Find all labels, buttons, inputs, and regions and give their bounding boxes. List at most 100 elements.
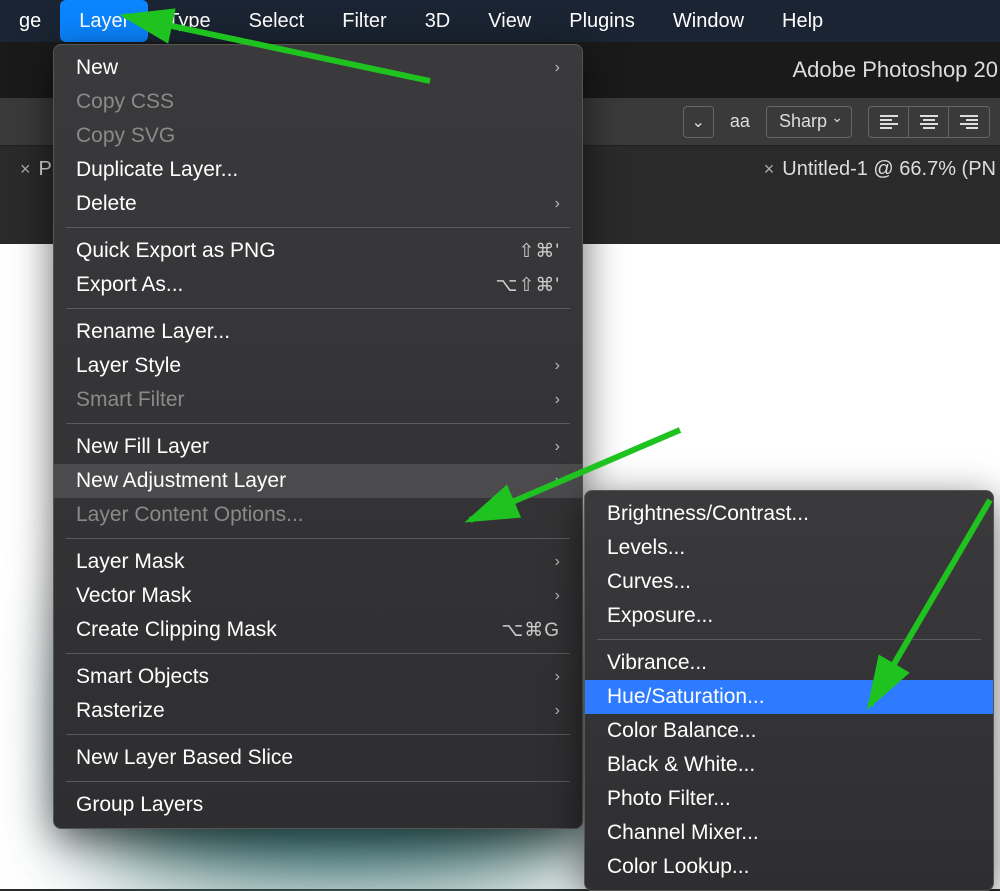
menubar-item-filter[interactable]: Filter [323, 0, 405, 42]
menu-item-vibrance[interactable]: Vibrance... [585, 646, 993, 680]
menu-shortcut: ⌥⇧⌘' [496, 274, 560, 297]
menu-separator [66, 734, 570, 735]
font-size-dropdown[interactable]: ⌄ [683, 106, 714, 138]
menu-item-exposure[interactable]: Exposure... [585, 599, 993, 633]
menu-item-label: Channel Mixer... [607, 821, 759, 845]
menubar-item-window[interactable]: Window [654, 0, 763, 42]
menu-separator [66, 653, 570, 654]
tab-label: Untitled-1 @ 66.7% (PN [782, 158, 996, 181]
app-title: Adobe Photoshop 20 [792, 57, 998, 83]
menu-item-label: Exposure... [607, 604, 713, 628]
close-icon[interactable]: × [764, 159, 775, 180]
menu-item-label: Export As... [76, 273, 183, 297]
menubar-item-layer[interactable]: Layer [60, 0, 148, 42]
menu-item-label: Levels... [607, 536, 685, 560]
text-align-group [868, 106, 990, 138]
menu-item-photo-filter[interactable]: Photo Filter... [585, 782, 993, 816]
align-right-icon [960, 115, 978, 129]
menu-shortcut: ⇧⌘' [518, 240, 560, 263]
menu-item-levels[interactable]: Levels... [585, 531, 993, 565]
menu-item-label: Vibrance... [607, 651, 707, 675]
chevron-right-icon: › [555, 668, 560, 686]
menu-item-label: Layer Mask [76, 550, 185, 574]
chevron-right-icon: › [555, 391, 560, 409]
menu-item-black-white[interactable]: Black & White... [585, 748, 993, 782]
tab-label-partial: P [39, 158, 52, 181]
menu-item-label: Create Clipping Mask [76, 618, 277, 642]
menu-item-smart-filter: Smart Filter › [54, 383, 582, 417]
menu-item-smart-objects[interactable]: Smart Objects › [54, 660, 582, 694]
chevron-right-icon: › [555, 587, 560, 605]
menu-item-vector-mask[interactable]: Vector Mask › [54, 579, 582, 613]
align-left-button[interactable] [869, 107, 909, 137]
align-right-button[interactable] [949, 107, 989, 137]
menubar-item-view[interactable]: View [469, 0, 550, 42]
menu-shortcut: ⌥⌘G [501, 619, 560, 642]
menubar-item-help[interactable]: Help [763, 0, 842, 42]
menu-separator [66, 227, 570, 228]
menu-item-label: Smart Objects [76, 665, 209, 689]
chevron-right-icon: › [555, 357, 560, 375]
menu-item-brightness-contrast[interactable]: Brightness/Contrast... [585, 497, 993, 531]
chevron-right-icon: › [555, 472, 560, 490]
menu-item-duplicate-layer[interactable]: Duplicate Layer... [54, 153, 582, 187]
chevron-down-icon: ⌄ [692, 112, 705, 132]
menu-separator [66, 423, 570, 424]
menu-item-hue-saturation[interactable]: Hue/Saturation... [585, 680, 993, 714]
menubar-item-image-partial[interactable]: ge [0, 0, 60, 42]
menu-item-label: Delete [76, 192, 137, 216]
menu-item-color-lookup[interactable]: Color Lookup... [585, 850, 993, 884]
chevron-right-icon: › [555, 59, 560, 77]
menu-item-label: Rasterize [76, 699, 165, 723]
document-tab-2[interactable]: × Untitled-1 @ 66.7% (PN [764, 158, 1000, 181]
menu-item-label: Copy CSS [76, 90, 174, 114]
menu-item-curves[interactable]: Curves... [585, 565, 993, 599]
menubar-item-type[interactable]: Type [148, 0, 229, 42]
menu-item-create-clipping-mask[interactable]: Create Clipping Mask ⌥⌘G [54, 613, 582, 647]
menu-item-layer-style[interactable]: Layer Style› [54, 349, 582, 383]
menu-separator [66, 781, 570, 782]
menu-item-channel-mixer[interactable]: Channel Mixer... [585, 816, 993, 850]
menu-item-label: Layer Content Options... [76, 503, 304, 527]
menu-separator [597, 639, 981, 640]
menu-item-label: Vector Mask [76, 584, 192, 608]
menu-item-layer-content-options: Layer Content Options... [54, 498, 582, 532]
menu-item-rasterize[interactable]: Rasterize › [54, 694, 582, 728]
menu-item-copy-css: Copy CSS [54, 85, 582, 119]
menu-item-label: Black & White... [607, 753, 755, 777]
layer-menu: New›Copy CSSCopy SVGDuplicate Layer...De… [53, 44, 583, 829]
anti-alias-dropdown[interactable]: Sharp [766, 106, 852, 138]
menu-item-label: New Layer Based Slice [76, 746, 293, 770]
new-adjustment-layer-submenu: Brightness/Contrast... Levels... Curves...… [584, 490, 994, 891]
anti-alias-value: Sharp [779, 111, 827, 132]
menu-item-color-balance[interactable]: Color Balance... [585, 714, 993, 748]
menu-item-rename-layer[interactable]: Rename Layer... [54, 315, 582, 349]
menubar: ge Layer Type Select Filter 3D View Plug… [0, 0, 1000, 42]
menu-item-label: Brightness/Contrast... [607, 502, 809, 526]
chevron-right-icon: › [555, 702, 560, 720]
menu-item-label: New Adjustment Layer [76, 469, 286, 493]
menu-item-label: Group Layers [76, 793, 203, 817]
align-center-icon [920, 115, 938, 129]
close-icon[interactable]: × [20, 159, 31, 180]
menu-item-label: Copy SVG [76, 124, 175, 148]
menubar-item-3d[interactable]: 3D [406, 0, 470, 42]
menu-item-delete[interactable]: Delete › [54, 187, 582, 221]
menu-item-new-fill-layer[interactable]: New Fill Layer› [54, 430, 582, 464]
chevron-right-icon: › [555, 195, 560, 213]
menu-item-layer-mask[interactable]: Layer Mask › [54, 545, 582, 579]
menu-item-new-adjustment-layer[interactable]: New Adjustment Layer › [54, 464, 582, 498]
menu-item-quick-export-as-png[interactable]: Quick Export as PNG⇧⌘' [54, 234, 582, 268]
menu-item-new-layer-based-slice[interactable]: New Layer Based Slice [54, 741, 582, 775]
menu-item-group-layers[interactable]: Group Layers [54, 788, 582, 822]
menubar-item-select[interactable]: Select [230, 0, 324, 42]
menu-item-label: Photo Filter... [607, 787, 731, 811]
chevron-right-icon: › [555, 553, 560, 571]
menubar-item-plugins[interactable]: Plugins [550, 0, 654, 42]
menu-item-label: Smart Filter [76, 388, 185, 412]
menu-item-new[interactable]: New› [54, 51, 582, 85]
menu-item-export-as[interactable]: Export As... ⌥⇧⌘' [54, 268, 582, 302]
align-center-button[interactable] [909, 107, 949, 137]
menu-item-copy-svg: Copy SVG [54, 119, 582, 153]
menu-item-label: Rename Layer... [76, 320, 230, 344]
